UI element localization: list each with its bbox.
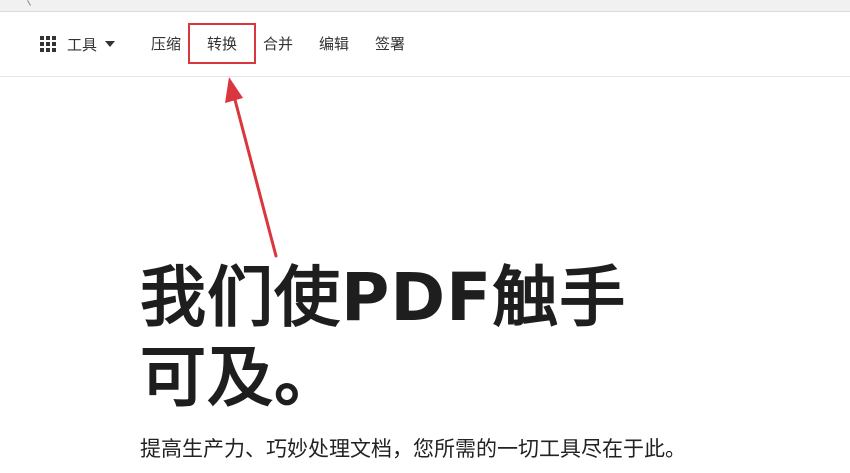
nav-item-merge[interactable]: 合并 (263, 33, 293, 55)
tools-menu-button[interactable]: 工具 (40, 33, 116, 55)
slash-icon (27, 0, 38, 6)
nav-item-sign[interactable]: 签署 (375, 33, 405, 55)
nav-item-edit[interactable]: 编辑 (319, 33, 349, 55)
hero-subtitle: 提高生产力、巧妙处理文档，您所需的一切工具尽在于此。 (140, 437, 686, 461)
browser-top-strip (0, 0, 850, 12)
annotation-arrow-head (225, 77, 243, 103)
top-navigation: 工具 压缩 转换 合并 编辑 签署 (0, 12, 850, 77)
grid-icon (40, 35, 57, 53)
annotation-arrow-shaft (232, 94, 278, 258)
nav-item-compress[interactable]: 压缩 (151, 33, 181, 55)
nav-item-convert[interactable]: 转换 (207, 33, 237, 55)
hero-title: 我们使PDF触手可及。 (140, 259, 627, 416)
tools-menu-label: 工具 (67, 35, 98, 54)
caret-down-icon (105, 41, 116, 47)
